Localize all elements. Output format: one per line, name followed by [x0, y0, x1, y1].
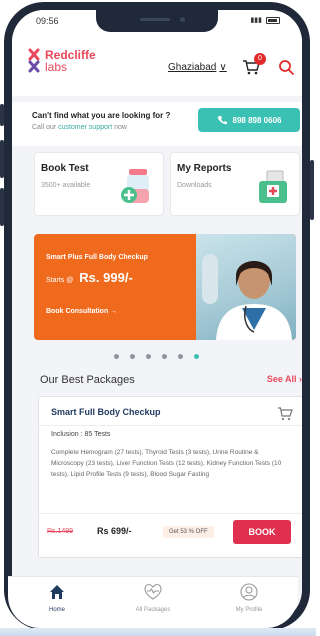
medical-kit-icon — [259, 170, 287, 203]
carousel-dots — [114, 354, 199, 359]
discount-badge: Get 53 % OFF — [163, 526, 214, 538]
nav-item-home[interactable]: Home — [22, 583, 92, 613]
promo-banner[interactable]: Smart Plus Full Body Checkup Starts @ Rs… — [34, 234, 296, 340]
status-icons: ▮▮▮ — [250, 16, 280, 24]
add-to-cart-icon[interactable] — [277, 405, 293, 421]
carousel-dot[interactable] — [114, 354, 119, 359]
home-icon — [50, 585, 64, 599]
doctor-illustration-icon — [202, 254, 292, 340]
carousel-dot-active[interactable] — [194, 354, 199, 359]
nav-label-all-packages: All Packages — [135, 607, 171, 613]
nav-item-profile[interactable]: My Profile — [214, 583, 284, 613]
phone-side-button — [310, 160, 314, 220]
divider — [39, 425, 302, 426]
package-card[interactable]: Smart Full Body Checkup Inclusion : 85 T… — [38, 396, 302, 558]
promo-price: Rs. 999/- — [79, 270, 133, 285]
support-phone-number: 898 898 0606 — [232, 115, 282, 125]
location-selector[interactable]: Ghaziabad ∨ — [168, 62, 227, 73]
book-consultation-link[interactable]: Book Consultation → — [46, 308, 117, 315]
promo-price-prefix: Starts @ — [46, 277, 74, 284]
section-title: Our Best Packages — [40, 374, 135, 386]
battery-icon — [266, 16, 280, 24]
camera — [180, 17, 185, 22]
customer-support-link[interactable]: customer support — [58, 124, 112, 131]
see-all-label: See All — [266, 374, 297, 384]
nav-label-profile: My Profile — [235, 607, 263, 613]
package-footer: Rs.1499 Rs 699/- Get 53 % OFF BOOK — [39, 513, 302, 557]
carousel-dot[interactable] — [178, 354, 183, 359]
carousel-dot[interactable] — [130, 354, 135, 359]
package-name: Smart Full Body Checkup — [51, 407, 161, 417]
phone-icon — [217, 116, 227, 125]
promo-headline: Smart Plus Full Body Checkup — [46, 254, 148, 261]
support-subtext: Call our customer support now — [32, 124, 127, 131]
support-prefix: Call our — [32, 124, 57, 131]
cart-count-badge: 0 — [254, 53, 266, 65]
nav-item-all-packages[interactable]: All Packages — [118, 583, 188, 613]
promo-price-line: Starts @ Rs. 999/- — [46, 270, 133, 285]
chevron-down-icon: ∨ — [219, 62, 227, 73]
support-question: Can't find what you are looking for ? — [32, 111, 171, 120]
my-reports-card[interactable]: My Reports Downloads — [170, 152, 300, 216]
heart-pulse-icon — [144, 583, 162, 600]
package-description: Complete Hemogram (27 tests), Thyroid Te… — [51, 449, 282, 478]
logo-mark-icon — [28, 48, 40, 73]
bottom-glow — [0, 628, 316, 636]
package-inclusion: Inclusion : 85 Tests — [51, 431, 111, 438]
carousel-dot[interactable] — [146, 354, 151, 359]
quick-actions: Book Test 3500+ available My Reports Dow… — [34, 152, 300, 216]
carousel-dot[interactable] — [162, 354, 167, 359]
user-profile-icon — [240, 583, 258, 601]
doctor-photo — [196, 234, 296, 340]
phone-frame: 09:56 ▮▮▮ Redcliffe labs Ghaziabad ∨ 0 C… — [4, 2, 310, 630]
search-icon[interactable] — [278, 59, 294, 75]
support-suffix: now — [114, 124, 127, 131]
status-time: 09:56 — [36, 16, 59, 26]
nav-label-home: Home — [48, 607, 65, 613]
support-banner: Can't find what you are looking for ? Ca… — [12, 102, 302, 146]
brand-logo[interactable]: Redcliffe labs — [26, 48, 96, 74]
see-all-link[interactable]: See All › — [267, 374, 302, 384]
status-bar: 09:56 ▮▮▮ — [12, 10, 302, 34]
book-test-card[interactable]: Book Test 3500+ available — [34, 152, 164, 216]
app-screen: 09:56 ▮▮▮ Redcliffe labs Ghaziabad ∨ 0 C… — [12, 10, 302, 622]
notch — [96, 10, 218, 32]
test-tube-icon — [121, 169, 149, 203]
packages-header: Our Best Packages See All › — [40, 370, 302, 390]
bottom-navigation: Home All Packages My Profile — [8, 576, 298, 628]
call-support-button[interactable]: 898 898 0606 — [198, 108, 300, 132]
book-button[interactable]: BOOK — [233, 520, 291, 544]
speaker — [140, 18, 170, 21]
signal-icon: ▮▮▮ — [250, 17, 262, 24]
original-price: Rs.1499 — [47, 528, 74, 535]
offer-price: Rs 699/- — [97, 526, 132, 536]
location-label: Ghaziabad — [168, 62, 217, 73]
brand-sub: labs — [45, 60, 68, 74]
app-header: Redcliffe labs Ghaziabad ∨ 0 — [12, 34, 302, 96]
